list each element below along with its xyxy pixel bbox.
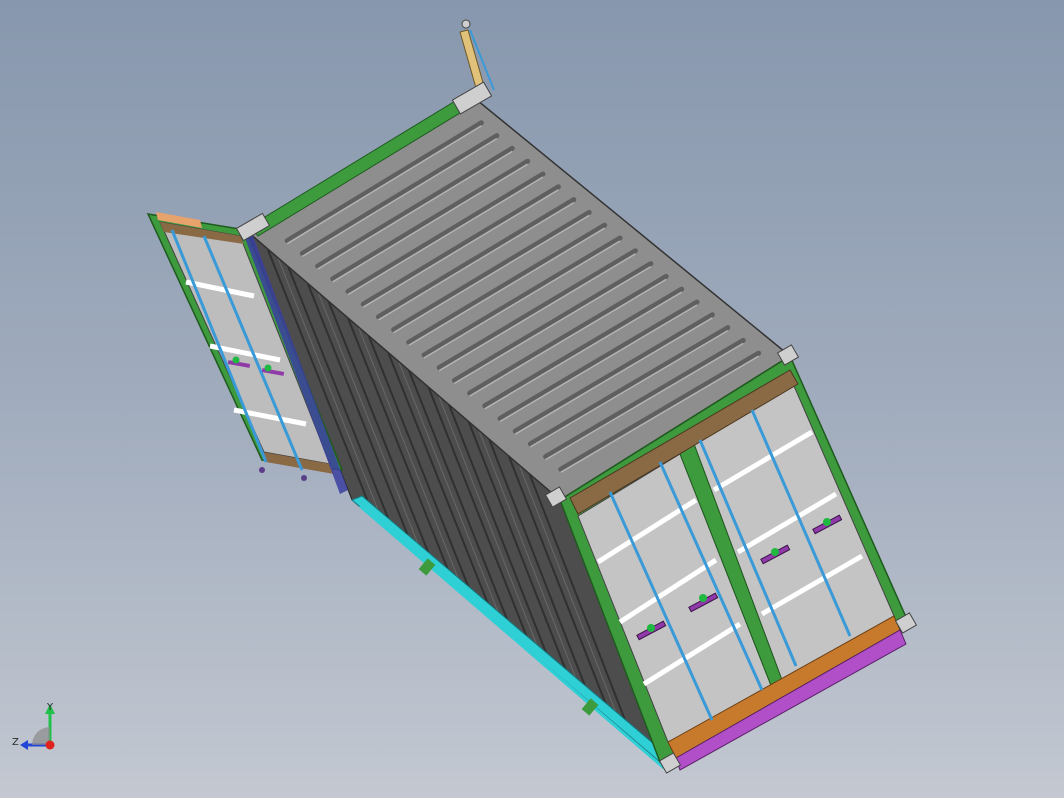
z-axis-arrowhead <box>20 740 28 750</box>
x-axis-dot <box>45 740 55 750</box>
container-model[interactable]: Y Z <box>0 0 1064 798</box>
coordinate-triad: Y Z <box>12 702 55 750</box>
z-axis-label: Z <box>12 737 19 748</box>
cad-viewport[interactable]: Y Z <box>0 0 1064 798</box>
y-axis-label: Y <box>46 702 54 713</box>
